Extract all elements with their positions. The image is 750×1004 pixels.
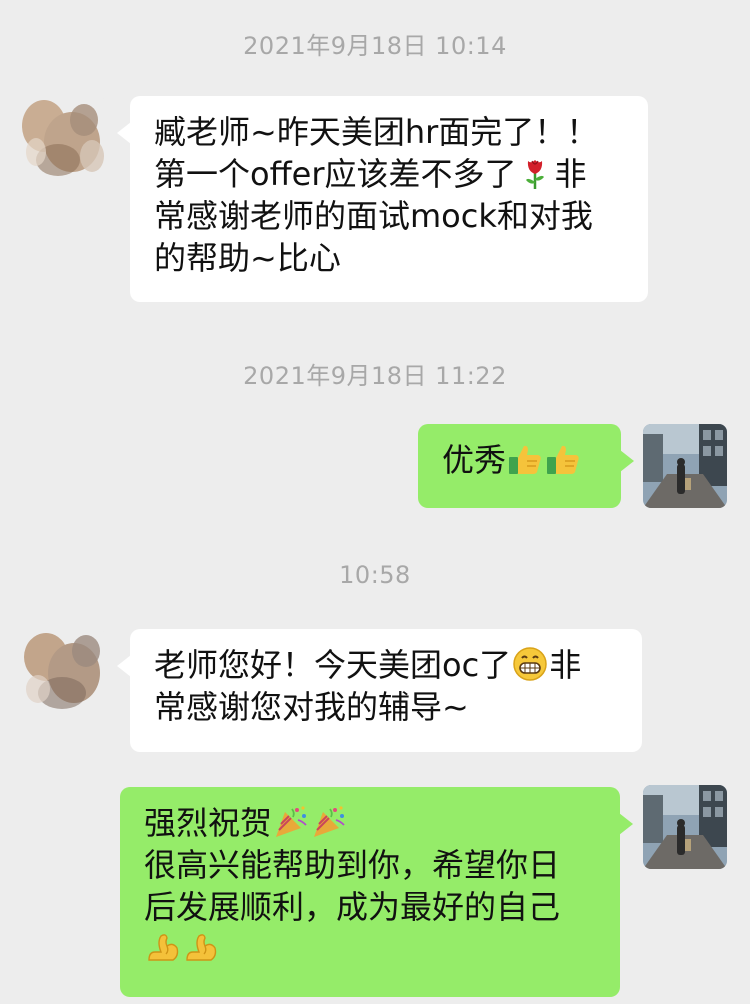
teacher-avatar[interactable] [643, 424, 727, 508]
message-text: 臧老师~昨天美团hr面完了！！ [154, 113, 599, 151]
message-text: 强烈祝贺 [144, 804, 273, 842]
message-text: 常感谢老师的面试mock和对我 [154, 197, 593, 235]
message-text: 很高兴能帮助到你，希望你日 [144, 846, 561, 884]
incoming-message[interactable]: 臧老师~昨天美团hr面完了！！ 第一个offer应该差不多了 非 常感谢老师的面… [117, 96, 648, 302]
message-text: 非 [554, 155, 587, 193]
message-text: 第一个offer应该差不多了 [154, 155, 517, 193]
message-text: 优秀 [442, 441, 507, 479]
incoming-message[interactable]: 老师您好！今天美团oc了 非 常感谢您对我的辅导~ [117, 629, 642, 752]
party-popper-icon [311, 804, 347, 840]
student-avatar[interactable] [22, 629, 106, 713]
message-text: 的帮助~比心 [154, 239, 341, 277]
outgoing-message[interactable]: 强烈祝贺 很高兴能帮助到你，希望你日 后发展顺利，成为最好的自己 [120, 787, 633, 997]
party-popper-icon [273, 804, 309, 840]
teacher-avatar[interactable] [643, 785, 727, 869]
timestamp: 2021年9月18日 11:22 [243, 362, 507, 390]
timestamp: 10:58 [339, 561, 411, 589]
thumbs-up-icon [545, 441, 581, 477]
thumbs-up-icon [507, 441, 543, 477]
message-text: 老师您好！今天美团oc了 [154, 646, 512, 684]
rose-icon [517, 155, 553, 191]
message-text: 非 [549, 646, 582, 684]
timestamp: 2021年9月18日 10:14 [243, 32, 507, 60]
student-avatar[interactable] [22, 96, 106, 180]
grinning-face-icon [512, 646, 548, 682]
flexed-biceps-icon [183, 930, 219, 966]
message-text: 常感谢您对我的辅导~ [154, 688, 469, 726]
outgoing-message[interactable]: 优秀 [418, 424, 634, 508]
flexed-biceps-icon [145, 930, 181, 966]
message-text: 后发展顺利，成为最好的自己 [144, 888, 561, 926]
